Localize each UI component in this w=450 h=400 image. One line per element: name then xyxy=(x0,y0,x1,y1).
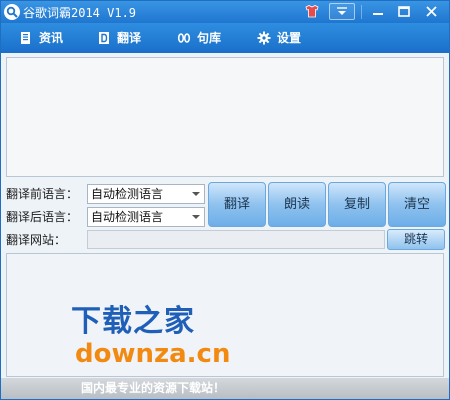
menu-item-phrase[interactable]: 句库 xyxy=(177,29,237,47)
title-bar[interactable]: 谷歌词霸2014 V1.9 xyxy=(1,1,449,23)
menu-item-news[interactable]: 资讯 xyxy=(19,29,79,47)
source-language-select[interactable]: 自动检测语言 xyxy=(87,184,205,204)
maximize-icon[interactable] xyxy=(393,3,415,20)
skin-icon[interactable] xyxy=(301,3,323,20)
search-icon xyxy=(4,4,20,20)
target-language-value: 自动检测语言 xyxy=(91,210,164,224)
watermark-title: 下载之家 xyxy=(71,304,195,339)
read-aloud-button[interactable]: 朗读 xyxy=(268,182,326,227)
status-bar-text: 国内最专业的资源下载站！ xyxy=(81,381,226,395)
chevron-down-icon xyxy=(192,192,200,196)
watermark-domain: downza.cn xyxy=(75,339,231,369)
app-window: 谷歌词霸2014 V1.9 资讯 翻译 句库 设置 翻译前语言： 自动检测语言 … xyxy=(0,0,450,400)
clear-button[interactable]: 清空 xyxy=(388,182,446,227)
menu-item-label: 句库 xyxy=(197,31,222,45)
news-icon xyxy=(19,31,33,45)
translate-icon xyxy=(97,31,111,45)
translate-button[interactable]: 翻译 xyxy=(208,182,266,227)
copy-button[interactable]: 复制 xyxy=(328,182,386,227)
titlebar-separator xyxy=(361,5,362,19)
target-language-label: 翻译后语言： xyxy=(6,210,79,224)
window-title: 谷歌词霸2014 V1.9 xyxy=(23,6,137,20)
menu-item-label: 设置 xyxy=(277,31,302,45)
translation-site-label: 翻译网站： xyxy=(6,233,67,247)
minimize-icon[interactable] xyxy=(367,3,389,20)
close-icon[interactable] xyxy=(421,3,443,20)
menu-item-label: 翻译 xyxy=(117,31,142,45)
chevron-down-icon xyxy=(192,215,200,219)
source-text-area[interactable] xyxy=(6,57,444,177)
menu-item-settings[interactable]: 设置 xyxy=(257,29,317,47)
gear-icon xyxy=(257,31,271,45)
jump-button[interactable]: 跳转 xyxy=(387,229,445,250)
menu-item-translate[interactable]: 翻译 xyxy=(97,29,157,47)
source-language-value: 自动检测语言 xyxy=(91,187,164,201)
menu-bar: 资讯 翻译 句库 设置 xyxy=(1,23,449,53)
menu-item-label: 资讯 xyxy=(39,31,64,45)
status-bar: 国内最专业的资源下载站！ xyxy=(1,378,449,399)
source-language-label: 翻译前语言： xyxy=(6,187,79,201)
phrase-icon xyxy=(177,31,191,45)
target-language-select[interactable]: 自动检测语言 xyxy=(87,207,205,227)
menu-dropdown-icon[interactable] xyxy=(329,3,355,20)
translation-site-input[interactable] xyxy=(87,230,385,249)
